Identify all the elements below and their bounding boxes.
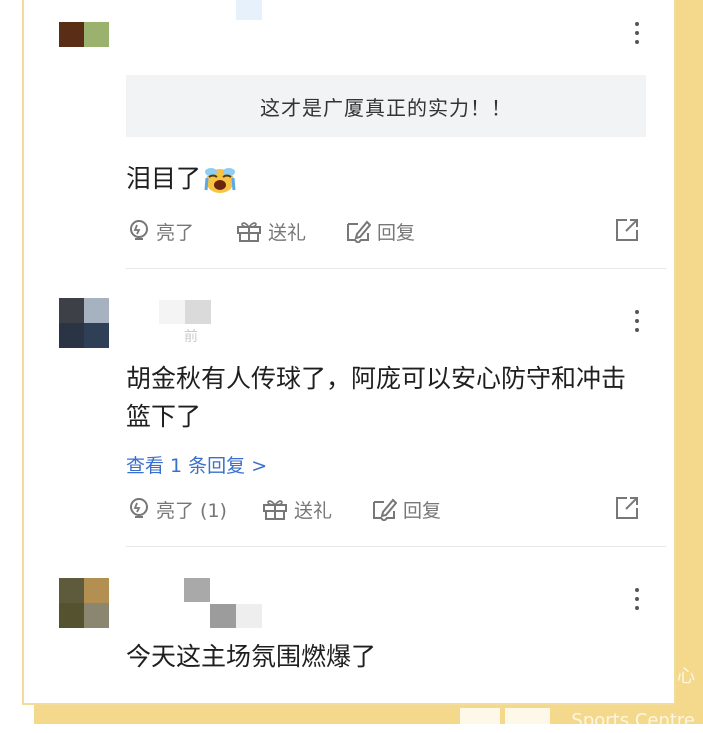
view-replies-link[interactable]: 查看 1 条回复 > (126, 451, 267, 478)
gift-label: 送礼 (294, 499, 333, 522)
watermark-en: Sports Centre (571, 710, 695, 731)
lightbulb-icon (130, 220, 148, 240)
gift-button[interactable]: 送礼 (262, 494, 332, 524)
timestamp-text: 前 (184, 329, 198, 345)
avatar[interactable] (59, 578, 109, 628)
comment-text-content: 今天这主场氛围燃爆了 (126, 642, 377, 671)
like-button[interactable]: 亮了 (128, 216, 194, 246)
comment-text-content: 泪目了 (126, 164, 202, 193)
watermark: 心 Sports Centre (460, 660, 703, 731)
divider (126, 546, 666, 547)
comment-text: 泪目了 (126, 160, 646, 198)
gift-label: 送礼 (268, 221, 307, 244)
quoted-comment[interactable]: 这才是广厦真正的实力！！ (126, 75, 646, 137)
comment-actions: 亮了 (1) 送礼 回复 (126, 494, 646, 524)
watermark-cn: 心 (677, 666, 695, 687)
quoted-comment-text: 这才是广厦真正的实力！！ (260, 95, 512, 120)
gift-icon (263, 500, 287, 520)
gift-button[interactable]: 送礼 (236, 216, 306, 246)
avatar[interactable] (59, 22, 109, 48)
share-icon[interactable] (614, 495, 640, 526)
lightbulb-icon (130, 498, 148, 518)
comment-text-content: 胡金秋有人传球了，阿庞可以安心防守和冲击篮下了 (126, 364, 627, 431)
reply-label: 回复 (403, 499, 442, 522)
comment-actions: 亮了 送礼 回复 (126, 216, 646, 246)
reply-button[interactable]: 回复 (345, 216, 415, 246)
divider (126, 268, 666, 269)
like-button[interactable]: 亮了 (1) (128, 494, 227, 524)
view-replies-label: 查看 1 条回复 > (126, 455, 268, 477)
comment-text: 胡金秋有人传球了，阿庞可以安心防守和冲击篮下了 (126, 360, 646, 436)
edit-reply-icon (347, 220, 371, 243)
comment-card: 这才是广厦真正的实力！！ 泪目了 亮了 送礼 回复 前 胡金秋有人传球了，阿庞可… (22, 0, 676, 705)
timestamp: 前 (128, 326, 198, 346)
more-options-icon[interactable] (634, 22, 640, 44)
reply-label: 回复 (377, 221, 416, 244)
reply-button[interactable]: 回复 (371, 494, 441, 524)
crying-face-emoji (204, 168, 236, 193)
avatar[interactable] (59, 298, 109, 348)
like-label: 亮了 (1) (156, 499, 227, 522)
more-options-icon[interactable] (634, 588, 640, 610)
more-options-icon[interactable] (634, 310, 640, 332)
share-icon[interactable] (614, 217, 640, 248)
like-label: 亮了 (156, 221, 195, 244)
edit-reply-icon (373, 498, 397, 521)
gift-icon (237, 222, 261, 242)
